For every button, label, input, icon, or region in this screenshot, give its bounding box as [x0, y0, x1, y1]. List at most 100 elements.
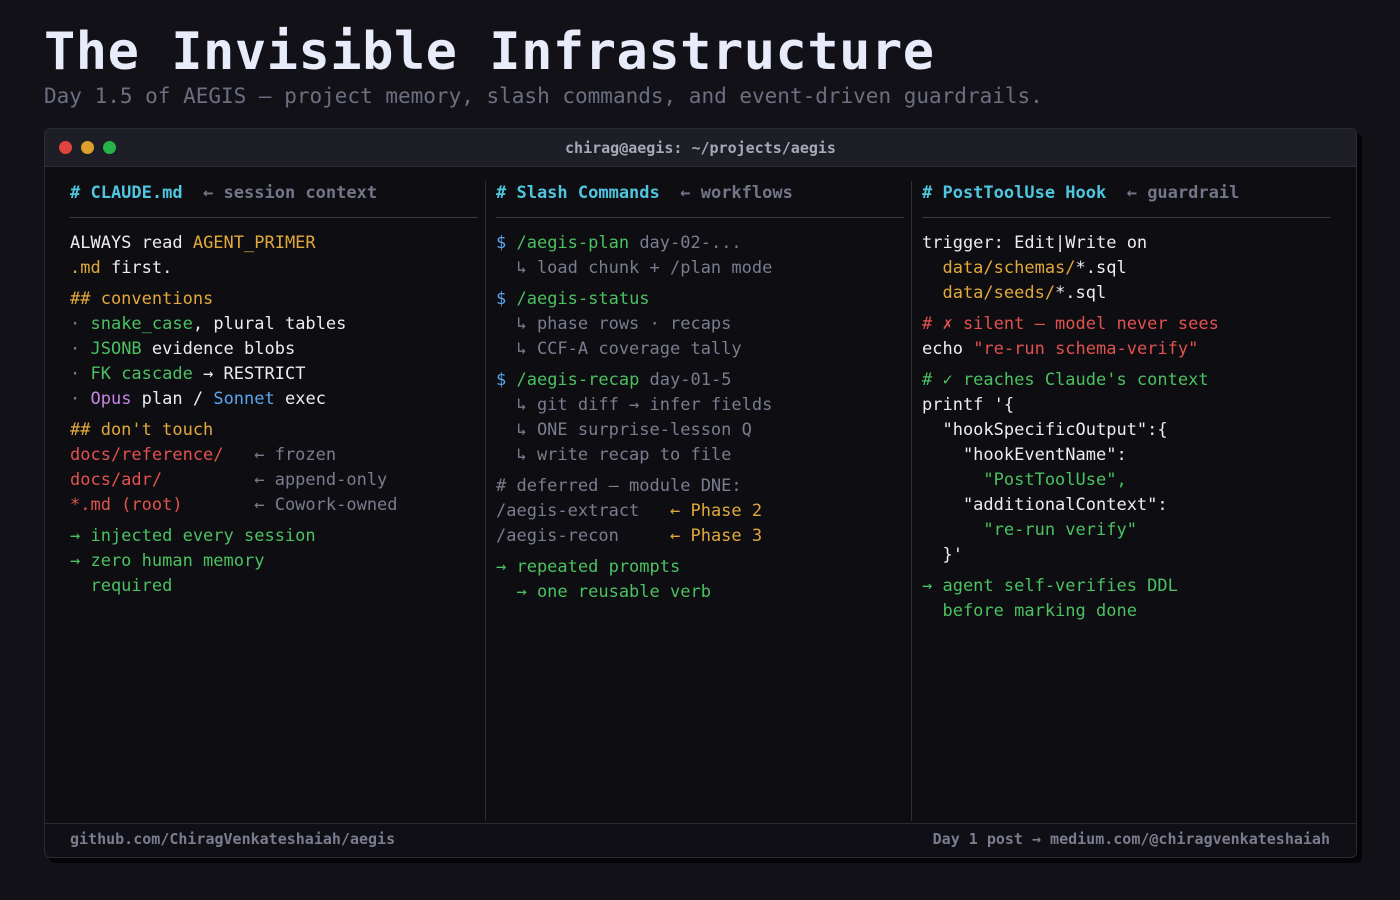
code-token: # ✗ silent — model never sees	[922, 314, 1219, 334]
code-line: echo "re-run schema-verify"	[922, 337, 1330, 362]
code-line: ↳ git diff → infer fields	[496, 393, 904, 418]
code-token: /aegis-extract	[496, 501, 640, 521]
code-token: *.md (root)	[70, 495, 183, 515]
code-line: ALWAYS read AGENT_PRIMER	[70, 231, 478, 256]
page-title: The Invisible Infrastructure	[44, 22, 935, 82]
code-token: data/seeds/	[922, 283, 1056, 303]
code-line: ## don't touch	[70, 418, 478, 443]
code-token: ← Phase 3	[618, 526, 763, 546]
code-line: # ✓ reaches Claude's context	[922, 368, 1330, 393]
code-token: ·	[70, 389, 91, 409]
terminal-titlebar: chirag@aegis: ~/projects/aegis	[45, 129, 1356, 167]
code-token: → RESTRICT	[192, 364, 306, 384]
code-line: "re-run verify"	[922, 518, 1330, 543]
panel-slash-commands: # Slash Commands ← workflows $ /aegis-pl…	[496, 181, 904, 821]
code-token: ↳ phase rows · recaps	[496, 314, 732, 334]
code-token: # deferred — module DNE:	[496, 476, 742, 496]
code-token: .md	[70, 258, 101, 278]
code-token: ↳ CCF-A coverage tally	[496, 339, 742, 359]
code-token: Opus	[90, 389, 132, 409]
code-token: *.sql	[1055, 283, 1107, 303]
code-token: echo	[922, 339, 974, 359]
code-token: → one reusable verb	[496, 582, 711, 602]
code-line: · JSONB evidence blobs	[70, 337, 478, 362]
code-line: $ /aegis-plan day-02-...	[496, 231, 904, 256]
code-token: "re-run verify"	[922, 520, 1137, 540]
code-line: → one reusable verb	[496, 580, 904, 605]
code-token: /aegis-status	[516, 289, 650, 309]
code-token: plan /	[131, 389, 214, 409]
code-token: *.sql	[1075, 258, 1127, 278]
code-token: trigger: Edit|Write on	[922, 233, 1148, 253]
code-token: ← append-only	[162, 470, 388, 490]
code-token: ·	[70, 364, 91, 384]
code-token: ↳ load chunk + /plan mode	[496, 258, 773, 278]
code-token: Sonnet	[213, 389, 275, 409]
code-token: /aegis-plan	[516, 233, 630, 253]
panel-heading: # PostToolUse Hook	[922, 183, 1107, 203]
terminal-window: chirag@aegis: ~/projects/aegis # CLAUDE.…	[44, 128, 1357, 858]
code-line: /aegis-recon ← Phase 3	[496, 524, 904, 549]
code-token: FK cascade	[90, 364, 193, 384]
code-line: docs/reference/ ← frozen	[70, 443, 478, 468]
code-line: # deferred — module DNE:	[496, 474, 904, 499]
window-title: chirag@aegis: ~/projects/aegis	[565, 139, 836, 157]
code-token: → repeated prompts	[496, 557, 681, 577]
code-line: → repeated prompts	[496, 555, 904, 580]
code-token: before marking done	[922, 601, 1137, 621]
code-token: ·	[70, 314, 91, 334]
code-token: ← Phase 2	[639, 501, 763, 521]
code-token: "re-run schema-verify"	[973, 339, 1199, 359]
code-token: $	[496, 370, 517, 390]
code-token: AGENT_PRIMER	[192, 233, 316, 253]
code-line: "hookSpecificOutput":{	[922, 418, 1330, 443]
code-token: first.	[100, 258, 173, 278]
code-token: $	[496, 289, 517, 309]
code-token: /aegis-recon	[496, 526, 619, 546]
code-line: · snake_case, plural tables	[70, 312, 478, 337]
code-token: ← Cowork-owned	[182, 495, 398, 515]
code-token: → injected every session	[70, 526, 316, 546]
code-token: , plural tables	[192, 314, 347, 334]
code-token: ↳ write recap to file	[496, 445, 732, 465]
code-token: docs/adr/	[70, 470, 163, 490]
panel-subheading: ← guardrail	[1126, 183, 1240, 203]
code-line: "hookEventName":	[922, 443, 1330, 468]
code-line: before marking done	[922, 599, 1330, 624]
panel-body: ALWAYS read AGENT_PRIMER .md first. ## con…	[70, 218, 478, 599]
panel-subheading: ← session context	[203, 183, 378, 203]
panel-claude-md: # CLAUDE.md ← session context ALWAYS rea…	[70, 181, 478, 821]
code-token: ·	[70, 339, 91, 359]
panel-heading: # Slash Commands	[496, 183, 660, 203]
code-token: "PostToolUse",	[922, 470, 1127, 490]
code-token: "hookEventName":	[922, 445, 1127, 465]
code-line: trigger: Edit|Write on	[922, 231, 1330, 256]
code-line: docs/adr/ ← append-only	[70, 468, 478, 493]
code-token: ↳ ONE surprise-lesson Q	[496, 420, 752, 440]
code-line: /aegis-extract ← Phase 2	[496, 499, 904, 524]
code-token: ## don't touch	[70, 420, 214, 440]
code-line: ↳ load chunk + /plan mode	[496, 256, 904, 281]
code-line: printf '{	[922, 393, 1330, 418]
code-token: ALWAYS read	[70, 233, 193, 253]
github-link[interactable]: github.com/ChiragVenkateshaiah/aegis	[70, 830, 395, 848]
code-token: }'	[922, 545, 963, 565]
medium-link[interactable]: Day 1 post → medium.com/@chiragvenkatesh…	[933, 830, 1330, 848]
code-token: → agent self-verifies DDL	[922, 576, 1178, 596]
code-token: snake_case	[90, 314, 193, 334]
panel-subheading: ← workflows	[680, 183, 793, 203]
code-line: # ✗ silent — model never sees	[922, 312, 1330, 337]
code-line: → zero human memory	[70, 549, 478, 574]
code-line: · FK cascade → RESTRICT	[70, 362, 478, 387]
code-line: → agent self-verifies DDL	[922, 574, 1330, 599]
code-token: $	[496, 233, 517, 253]
code-line: .md first.	[70, 256, 478, 281]
panel-posttooluse-hook: # PostToolUse Hook ← guardrail trigger: …	[922, 181, 1330, 821]
code-token: exec	[274, 389, 326, 409]
code-token: /aegis-recap	[516, 370, 640, 390]
page-subtitle: Day 1.5 of AEGIS — project memory, slash…	[44, 84, 1043, 108]
code-line: ## conventions	[70, 287, 478, 312]
panel-header: # Slash Commands ← workflows	[496, 181, 904, 218]
code-token: ← frozen	[223, 445, 337, 465]
code-line: $ /aegis-recap day-01-5	[496, 368, 904, 393]
